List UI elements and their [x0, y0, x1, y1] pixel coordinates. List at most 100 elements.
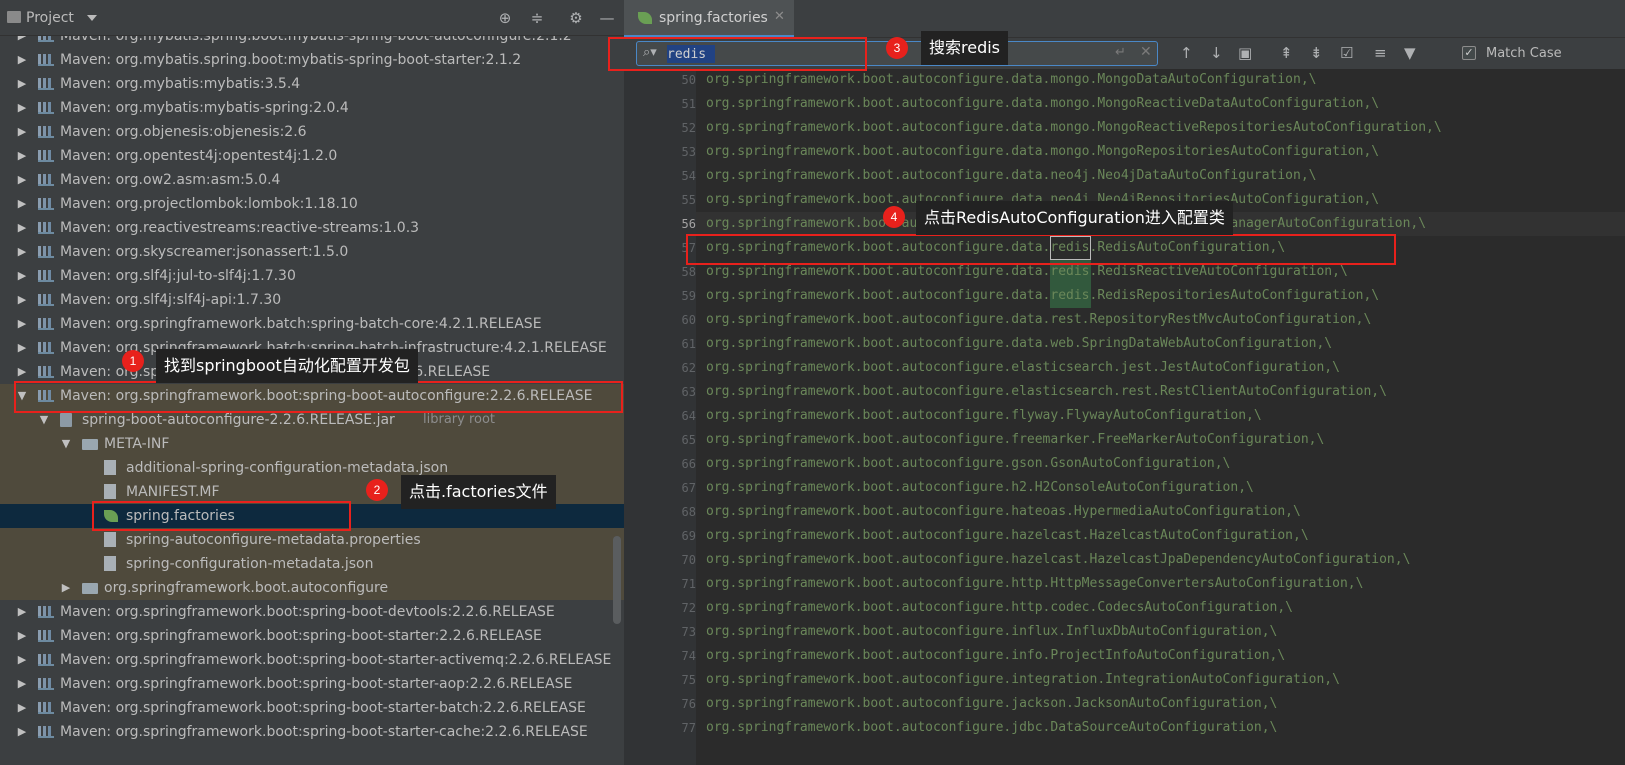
tree-item[interactable]: ▼ META-INF [0, 432, 624, 456]
add-occurrence-icon[interactable]: ⇞ [1280, 45, 1293, 61]
code-line[interactable]: org.springframework.boot.autoconfigure.f… [706, 404, 1262, 428]
code-line[interactable]: org.springframework.boot.autoconfigure.h… [706, 572, 1363, 596]
expand-right-icon[interactable]: ▶ [16, 624, 28, 648]
expand-right-icon[interactable]: ▶ [16, 216, 28, 240]
filter-search-results-icon[interactable]: ≡ [1374, 45, 1387, 61]
line-number: 52 [681, 121, 696, 135]
annotation-callout-4: 点击RedisAutoConfiguration进入配置类 [916, 201, 1233, 235]
tree-item[interactable]: ▶ Maven: org.springframework.boot:spring-… [0, 696, 624, 720]
tree-item-label: Maven: org.springframework.boot:spring-b… [60, 700, 586, 716]
code-line[interactable]: org.springframework.boot.autoconfigure.d… [706, 332, 1332, 356]
expand-right-icon[interactable]: ▶ [16, 144, 28, 168]
code-line[interactable]: org.springframework.boot.autoconfigure.d… [706, 308, 1371, 332]
maven-icon [38, 150, 54, 162]
tree-item[interactable]: ▶ Maven: org.slf4j:slf4j-api:1.7.30 [0, 288, 624, 312]
select-all-occurrences-icon[interactable]: ▣ [1238, 45, 1252, 61]
expand-right-icon[interactable]: ▶ [16, 600, 28, 624]
line-number: 68 [681, 505, 696, 519]
code-line[interactable]: org.springframework.boot.autoconfigure.j… [706, 716, 1277, 740]
tree-item[interactable]: spring-autoconfigure-metadata.properties [0, 528, 624, 552]
tree-scrollbar[interactable] [613, 536, 621, 624]
line-number: 66 [681, 457, 696, 471]
code-line[interactable]: org.springframework.boot.autoconfigure.i… [706, 668, 1340, 692]
code-line[interactable]: org.springframework.boot.autoconfigure.f… [706, 428, 1324, 452]
expand-down-icon[interactable]: ▼ [60, 432, 72, 456]
project-icon [7, 11, 21, 23]
tree-item[interactable]: ▶ Maven: org.ow2.asm:asm:5.0.4 [0, 168, 624, 192]
code-line[interactable]: org.springframework.boot.autoconfigure.j… [706, 692, 1277, 716]
tree-item[interactable]: ▶ Maven: org.opentest4j:opentest4j:1.2.0 [0, 144, 624, 168]
expand-right-icon[interactable]: ▶ [16, 96, 28, 120]
tree-item[interactable]: ▶ Maven: org.mybatis:mybatis:3.5.4 [0, 72, 624, 96]
next-occurrence-icon[interactable]: ↓ [1210, 45, 1223, 61]
code-line[interactable]: org.springframework.boot.autoconfigure.d… [706, 68, 1316, 92]
code-line[interactable]: org.springframework.boot.autoconfigure.h… [706, 524, 1309, 548]
tree-item[interactable]: ▶ Maven: org.skyscreamer:jsonassert:1.5.0 [0, 240, 624, 264]
tree-item[interactable]: ▶ Maven: org.springframework.boot:spring-… [0, 624, 624, 648]
code-line[interactable]: org.springframework.boot.autoconfigure.d… [706, 284, 1379, 308]
expand-right-icon[interactable]: ▶ [16, 264, 28, 288]
code-line[interactable]: org.springframework.boot.autoconfigure.d… [706, 164, 1316, 188]
code-line[interactable]: org.springframework.boot.autoconfigure.h… [706, 500, 1301, 524]
tree-item[interactable]: ▶ Maven: org.mybatis.spring.boot:mybatis-… [0, 48, 624, 72]
tree-item[interactable]: spring-configuration-metadata.json [0, 552, 624, 576]
match-case-label[interactable]: Match Case [1486, 46, 1562, 61]
expand-right-icon[interactable]: ▶ [16, 720, 28, 744]
select-all-icon[interactable]: ☑ [1340, 45, 1353, 61]
tree-item[interactable]: ▶ Maven: org.reactivestreams:reactive-str… [0, 216, 624, 240]
expand-right-icon[interactable]: ▶ [16, 672, 28, 696]
code-line[interactable]: org.springframework.boot.autoconfigure.d… [706, 140, 1379, 164]
maven-icon [38, 606, 54, 618]
line-number: 70 [681, 553, 696, 567]
expand-right-icon[interactable]: ▶ [16, 312, 28, 336]
tree-item[interactable]: ▶ Maven: org.springframework.boot:spring-… [0, 600, 624, 624]
filter-icon[interactable]: ▼ [1404, 45, 1416, 61]
tree-item[interactable]: ▶ Maven: org.springframework.batch:spring… [0, 312, 624, 336]
code-line[interactable]: org.springframework.boot.autoconfigure.d… [706, 92, 1379, 116]
tree-item[interactable]: ▶ org.springframework.boot.autoconfigure [0, 576, 624, 600]
code-line[interactable]: org.springframework.boot.autoconfigure.i… [706, 620, 1277, 644]
expand-right-icon[interactable]: ▶ [16, 648, 28, 672]
code-line[interactable]: org.springframework.boot.autoconfigure.h… [706, 548, 1410, 572]
tree-item[interactable]: ▶ Maven: org.slf4j:jul-to-slf4j:1.7.30 [0, 264, 624, 288]
remove-occurrence-icon[interactable]: ⇟ [1310, 45, 1323, 61]
expand-right-icon[interactable]: ▶ [16, 72, 28, 96]
clear-icon[interactable]: ✕ [1140, 44, 1152, 60]
tree-item[interactable]: ▶ Maven: org.springframework.boot:spring-… [0, 672, 624, 696]
match-case-checkbox[interactable]: ✓ [1462, 46, 1476, 60]
code-line[interactable]: org.springframework.boot.autoconfigure.e… [706, 380, 1387, 404]
expand-right-icon[interactable]: ▶ [16, 240, 28, 264]
code-line[interactable]: org.springframework.boot.autoconfigure.g… [706, 452, 1230, 476]
expand-right-icon[interactable]: ▶ [16, 48, 28, 72]
tree-item[interactable]: ▶ Maven: org.objenesis:objenesis:2.6 [0, 120, 624, 144]
code-area[interactable]: org.springframework.boot.autoconfigure.d… [696, 70, 1625, 765]
tab-spring-factories[interactable]: spring.factories ✕ [624, 0, 794, 38]
close-icon[interactable]: ✕ [774, 9, 785, 24]
expand-right-icon[interactable]: ▶ [60, 576, 72, 600]
project-panel-title[interactable]: Project [26, 10, 74, 26]
expand-right-icon[interactable]: ▶ [16, 192, 28, 216]
locate-icon[interactable]: ⊕ [496, 9, 514, 27]
gear-icon[interactable]: ⚙ [567, 9, 585, 27]
code-line[interactable]: org.springframework.boot.autoconfigure.d… [706, 116, 1442, 140]
tree-item[interactable]: ▶ Maven: org.mybatis:mybatis-spring:2.0.4 [0, 96, 624, 120]
expand-right-icon[interactable]: ▶ [16, 288, 28, 312]
tree-item[interactable]: ▶ Maven: org.springframework.boot:spring-… [0, 648, 624, 672]
tree-item[interactable]: ▶ Maven: org.springframework.boot:spring-… [0, 720, 624, 744]
code-line[interactable]: org.springframework.boot.autoconfigure.h… [706, 596, 1293, 620]
expand-right-icon[interactable]: ▶ [16, 336, 28, 360]
code-line[interactable]: org.springframework.boot.autoconfigure.i… [706, 644, 1285, 668]
previous-occurrence-icon[interactable]: ↑ [1180, 45, 1193, 61]
annotation-callout-3: 搜索redis [921, 31, 1009, 65]
expand-right-icon[interactable]: ▶ [16, 168, 28, 192]
minimize-icon[interactable]: — [598, 9, 616, 27]
expand-right-icon[interactable]: ▶ [16, 696, 28, 720]
expand-right-icon[interactable]: ▶ [16, 120, 28, 144]
code-line[interactable]: org.springframework.boot.autoconfigure.h… [706, 476, 1254, 500]
chevron-down-icon[interactable] [87, 15, 97, 21]
newline-icon[interactable]: ↵ [1115, 45, 1126, 60]
collapse-all-icon[interactable]: ≑ [528, 9, 546, 27]
code-line[interactable]: org.springframework.boot.autoconfigure.e… [706, 356, 1340, 380]
line-number: 69 [681, 529, 696, 543]
tree-item[interactable]: ▶ Maven: org.projectlombok:lombok:1.18.10 [0, 192, 624, 216]
